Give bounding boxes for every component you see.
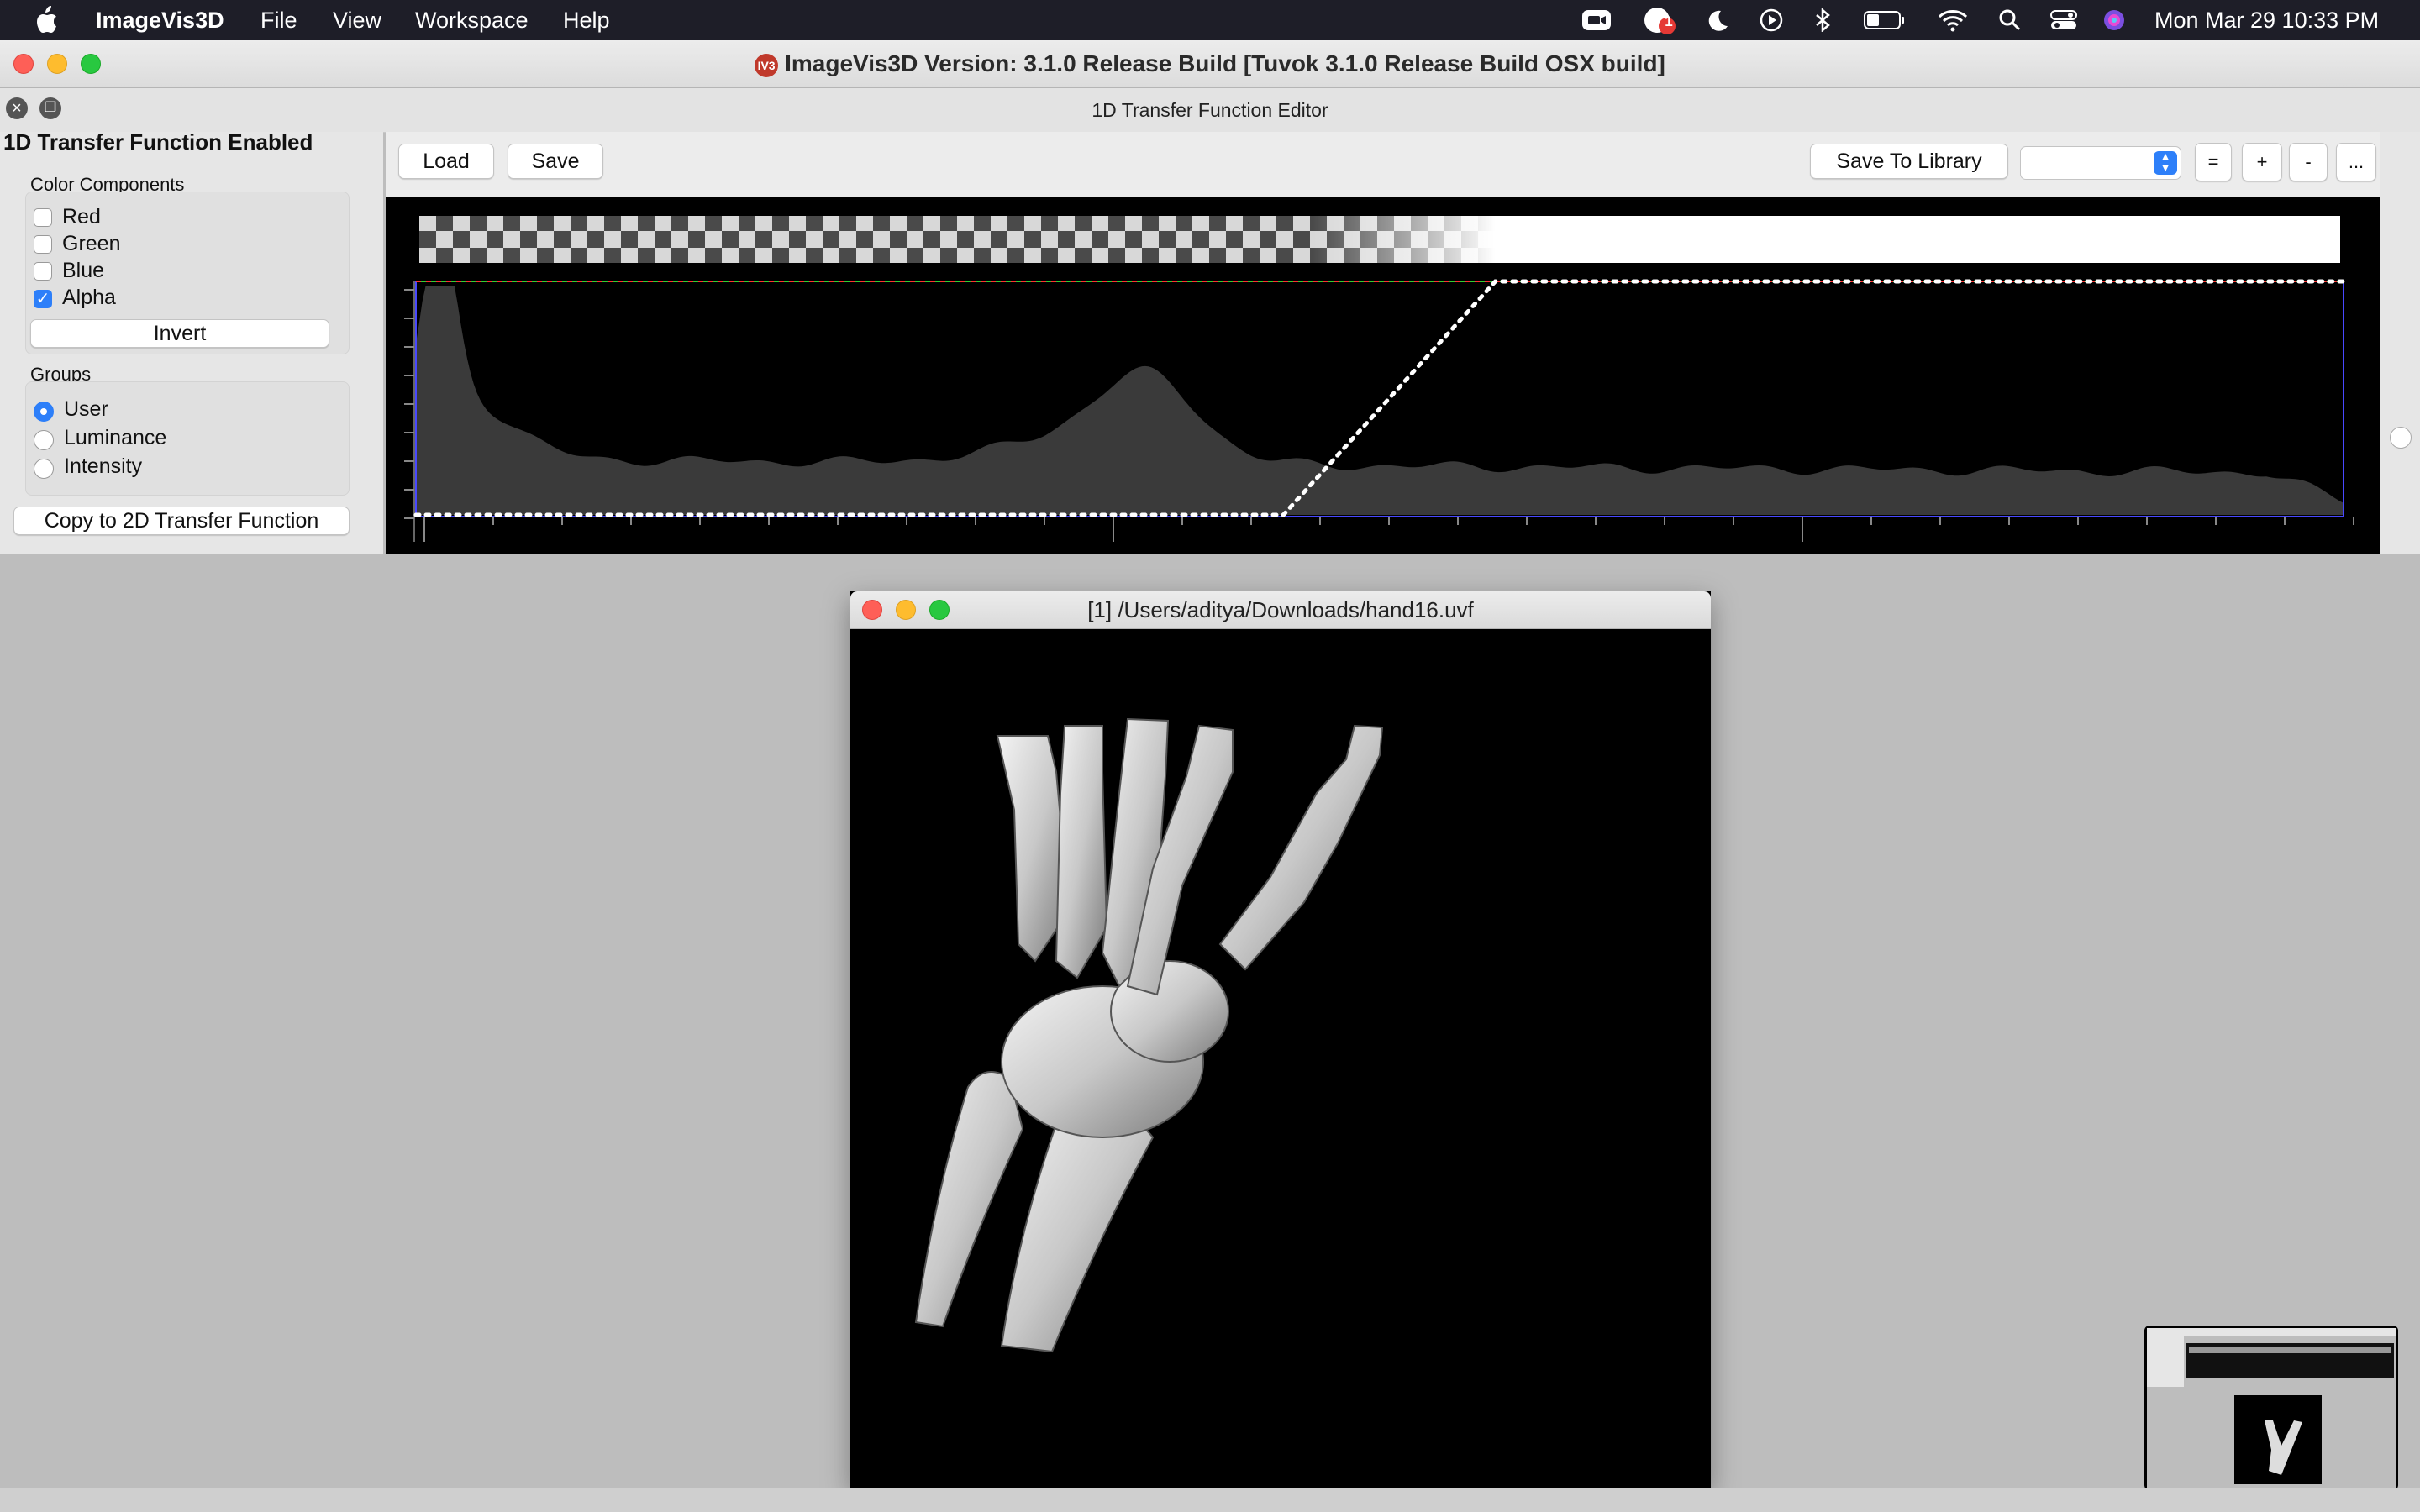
zoom-icon[interactable] [1581, 8, 1612, 32]
blue-label: Blue [62, 259, 105, 282]
play-icon[interactable] [1760, 8, 1783, 32]
dock-titlebar: × ❐ 1D Transfer Function Editor [0, 88, 2420, 133]
screenshot-thumbnail[interactable] [2144, 1326, 2398, 1490]
zoom-in-button[interactable]: + [2242, 143, 2282, 181]
dock-title: 1D Transfer Function Editor [1092, 99, 1328, 121]
alpha-checkbox[interactable]: ✓ [34, 290, 52, 308]
tf-histogram-canvas[interactable] [386, 197, 2380, 554]
window-title: IV3 ImageVis3D Version: 3.1.0 Release Bui… [0, 40, 2420, 87]
copy-to-2d-tf-button[interactable]: Copy to 2D Transfer Function [13, 507, 350, 535]
do-not-disturb-icon[interactable] [1706, 8, 1729, 32]
notification-badge: 1 [1665, 13, 1673, 29]
render-window[interactable] [850, 591, 1711, 1488]
user-label: User [64, 397, 108, 421]
siri-icon[interactable] [2102, 8, 2126, 32]
tf-scale-slider[interactable] [2390, 427, 2412, 449]
window-titlebar: IV3 ImageVis3D Version: 3.1.0 Release Bui… [0, 40, 2420, 88]
equalize-button[interactable]: = [2195, 143, 2232, 181]
tf-side-panel [2380, 132, 2420, 554]
battery-icon[interactable] [1864, 8, 1906, 32]
alpha-label: Alpha [62, 286, 116, 309]
imagevis3d-app-icon: IV3 [755, 53, 779, 77]
bottom-bar [0, 1488, 2420, 1512]
user-radio[interactable] [34, 402, 54, 422]
intensity-label: Intensity [64, 454, 143, 478]
render-window-titlebar: [1] /Users/aditya/Downloads/hand16.uvf [850, 591, 1711, 629]
thumbnail-preview [2147, 1328, 2396, 1488]
save-button[interactable]: Save [508, 144, 603, 179]
menu-bar-clock[interactable]: Mon Mar 29 10:33 PM [2154, 0, 2379, 40]
luminance-radio[interactable] [34, 430, 54, 450]
more-options-button[interactable]: ... [2336, 143, 2376, 181]
finger-ring [1055, 725, 1108, 979]
zoom-out-button[interactable]: - [2289, 143, 2328, 181]
library-select[interactable]: ▲ ▼ [2020, 146, 2181, 180]
bluetooth-icon[interactable] [1813, 8, 1832, 32]
luminance-label: Luminance [64, 426, 167, 449]
menu-workspace[interactable]: Workspace [415, 0, 529, 40]
tf-enabled-label: 1D Transfer Function Enabled [3, 129, 313, 155]
red-label: Red [62, 205, 101, 228]
menu-help[interactable]: Help [563, 0, 610, 40]
menu-view[interactable]: View [333, 0, 381, 40]
volume-rendering-hand-bones[interactable] [850, 591, 1711, 1488]
render-window-title: [1] /Users/aditya/Downloads/hand16.uvf [1087, 597, 1474, 622]
green-checkbox[interactable] [34, 235, 52, 254]
blue-checkbox[interactable] [34, 262, 52, 281]
window-title-text: ImageVis3D Version: 3.1.0 Release Build … [785, 50, 1665, 76]
apple-icon[interactable] [34, 5, 59, 35]
tf-y-ticks [404, 289, 414, 519]
intensity-radio[interactable] [34, 459, 54, 479]
radius-bone [1000, 1106, 1155, 1353]
tf-x-ticks [424, 517, 2354, 542]
load-button[interactable]: Load [398, 144, 494, 179]
red-checkbox[interactable] [34, 208, 52, 227]
ulna-bone [914, 1071, 1024, 1328]
invert-button[interactable]: Invert [30, 319, 329, 348]
wifi-icon[interactable] [1938, 8, 1968, 32]
menu-bar: ImageVis3D File View Workspace Help 1 Mo… [0, 0, 2420, 40]
spotlight-search-icon[interactable] [1998, 8, 2022, 32]
app-menu[interactable]: ImageVis3D [96, 0, 224, 40]
tf-preview-strip [419, 216, 2340, 263]
green-label: Green [62, 232, 121, 255]
finger-thumb [1218, 724, 1384, 971]
save-to-library-button[interactable]: Save To Library [1810, 144, 2008, 179]
chevron-updown-icon: ▲ ▼ [2154, 150, 2177, 175]
histogram-area [416, 286, 2344, 515]
menu-file[interactable]: File [260, 0, 297, 40]
tf-plot[interactable] [386, 197, 2380, 554]
control-center-icon[interactable] [2050, 8, 2077, 32]
